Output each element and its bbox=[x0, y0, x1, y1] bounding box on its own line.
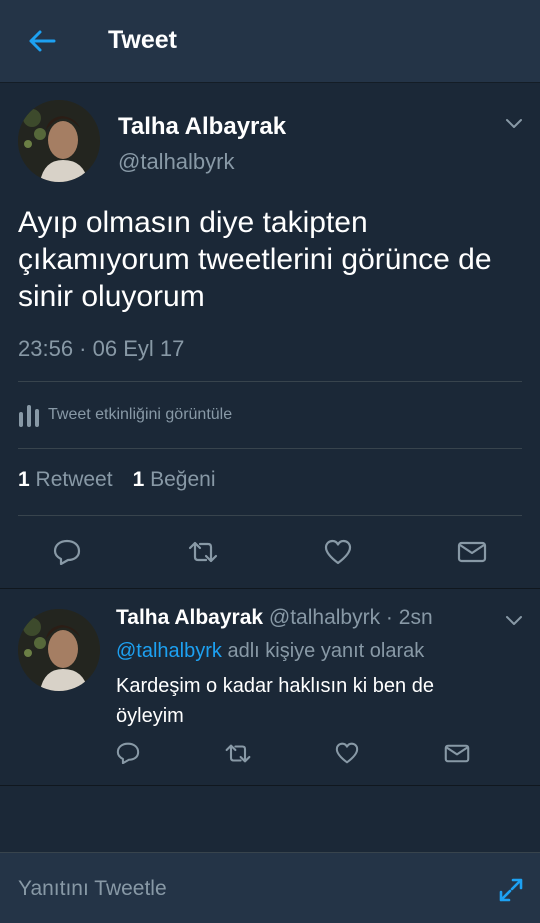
expand-composer-button[interactable] bbox=[496, 875, 526, 905]
avatar[interactable] bbox=[18, 609, 100, 691]
divider bbox=[18, 381, 522, 382]
reply-input[interactable]: Yanıtını Tweetle bbox=[18, 877, 167, 901]
chevron-down-icon bbox=[506, 119, 522, 128]
page-title: Tweet bbox=[108, 26, 177, 54]
chevron-down-icon bbox=[506, 616, 522, 625]
like-stat[interactable]: 1 Beğeni bbox=[133, 468, 216, 492]
reply-icon bbox=[53, 539, 81, 565]
heart-icon bbox=[324, 539, 352, 565]
reply-icon bbox=[116, 742, 140, 764]
author-name[interactable]: Talha Albayrak bbox=[118, 113, 286, 141]
top-bar: Tweet bbox=[0, 0, 540, 83]
reply-text: Kardeşim o kadar haklısın ki ben de öyle… bbox=[116, 675, 434, 727]
reply-context: @talhalbyrk adlı kişiye yanıt olarak bbox=[116, 640, 424, 663]
divider bbox=[18, 448, 522, 449]
reply-tweet[interactable]: Talha Albayrak @talhalbyrk · 2sn @talhal… bbox=[0, 589, 540, 786]
divider bbox=[18, 515, 522, 516]
tweet-text: Ayıp olmasın diye takipten çıkamıyorum t… bbox=[18, 206, 492, 313]
reply-author-name[interactable]: Talha Albayrak bbox=[116, 606, 263, 629]
mail-icon bbox=[444, 744, 470, 762]
engagement-stats: 1 Retweet 1 Beğeni bbox=[18, 468, 216, 492]
reply-menu-button[interactable] bbox=[502, 609, 526, 633]
mention-link[interactable]: @talhalbyrk bbox=[116, 640, 222, 662]
retweet-icon bbox=[188, 541, 218, 563]
back-button[interactable] bbox=[24, 25, 60, 57]
reply-button[interactable] bbox=[48, 534, 86, 570]
reply-header: Talha Albayrak @talhalbyrk · 2sn bbox=[116, 606, 433, 630]
arrow-left-icon bbox=[29, 30, 56, 52]
bar-chart-icon bbox=[19, 405, 39, 427]
tweet-menu-button[interactable] bbox=[502, 112, 526, 136]
reply-actions bbox=[0, 737, 540, 771]
tweet-actions bbox=[0, 530, 540, 574]
retweet-button[interactable] bbox=[221, 737, 255, 769]
like-button[interactable] bbox=[331, 737, 363, 769]
like-button[interactable] bbox=[319, 534, 357, 570]
retweet-icon bbox=[225, 744, 251, 762]
mail-icon bbox=[457, 541, 487, 563]
heart-icon bbox=[335, 742, 359, 764]
tweet-timestamp: 23:56 · 06 Eyl 17 bbox=[18, 336, 185, 361]
direct-message-button[interactable] bbox=[453, 534, 491, 570]
tweet-activity-link[interactable]: Tweet etkinliğini görüntüle bbox=[18, 398, 232, 432]
reply-handle-time[interactable]: @talhalbyrk · 2sn bbox=[269, 606, 433, 629]
reply-button[interactable] bbox=[112, 737, 144, 769]
retweet-stat[interactable]: 1 Retweet bbox=[18, 468, 113, 492]
reply-context-text: adlı kişiye yanıt olarak bbox=[221, 640, 425, 662]
tweet-activity-label: Tweet etkinliğini görüntüle bbox=[48, 406, 233, 423]
author-handle[interactable]: @talhalbyrk bbox=[118, 149, 235, 175]
section-divider bbox=[0, 785, 540, 786]
avatar[interactable] bbox=[18, 100, 100, 182]
direct-message-button[interactable] bbox=[441, 737, 473, 769]
expand-icon bbox=[499, 878, 523, 902]
retweet-button[interactable] bbox=[183, 534, 223, 570]
reply-composer: Yanıtını Tweetle bbox=[0, 852, 540, 923]
